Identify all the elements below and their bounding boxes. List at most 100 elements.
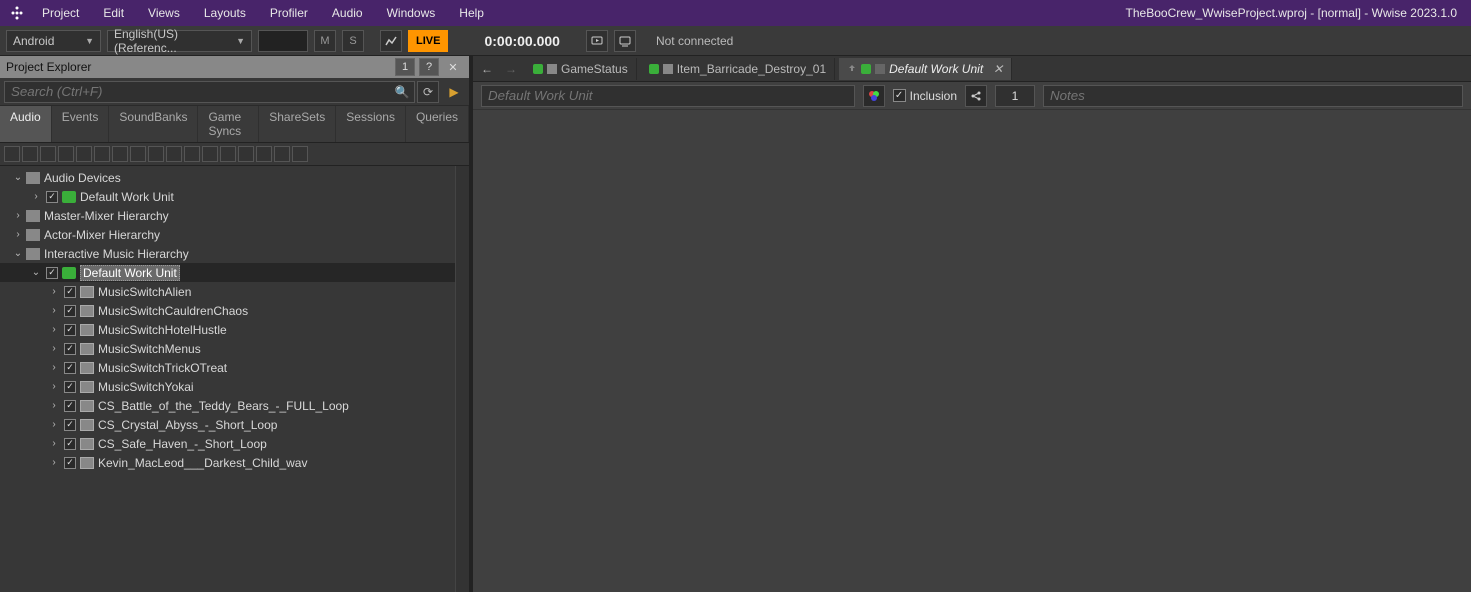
forward-button[interactable]: ▶ xyxy=(443,81,465,103)
tree-item-actor-mixer[interactable]: › Actor-Mixer Hierarchy xyxy=(0,225,469,244)
nav-back-button[interactable]: ← xyxy=(477,59,497,79)
menu-layouts[interactable]: Layouts xyxy=(192,0,258,26)
tab-gamesyncs[interactable]: Game Syncs xyxy=(198,106,259,142)
live-button[interactable]: LIVE xyxy=(408,30,448,52)
tab-soundbanks[interactable]: SoundBanks xyxy=(109,106,198,142)
expand-icon[interactable]: › xyxy=(48,305,60,316)
tab-itembarricade[interactable]: Item_Barricade_Destroy_01 xyxy=(641,58,835,80)
toolbar-icon[interactable] xyxy=(274,146,290,162)
expand-icon[interactable]: › xyxy=(48,362,60,373)
nav-forward-button[interactable]: → xyxy=(501,59,521,79)
color-picker-button[interactable] xyxy=(863,85,885,107)
tree-item[interactable]: › ✓ Kevin_MacLeod___Darkest_Child_wav xyxy=(0,453,469,472)
checkbox[interactable]: ✓ xyxy=(64,438,76,450)
panel-close-button[interactable]: ✕ xyxy=(443,58,463,76)
toolbar-icon[interactable] xyxy=(238,146,254,162)
tab-sharesets[interactable]: ShareSets xyxy=(259,106,336,142)
tab-sessions[interactable]: Sessions xyxy=(336,106,406,142)
toolbar-icon[interactable] xyxy=(148,146,164,162)
expand-icon[interactable]: › xyxy=(12,210,24,221)
toolbar-icon[interactable] xyxy=(256,146,272,162)
panel-count-button[interactable]: 1 xyxy=(395,58,415,76)
share-icon[interactable] xyxy=(965,85,987,107)
close-icon[interactable]: ✕ xyxy=(993,62,1003,76)
menu-help[interactable]: Help xyxy=(447,0,496,26)
toolbar-icon[interactable] xyxy=(22,146,38,162)
tree-item-audio-devices[interactable]: ⌄ Audio Devices xyxy=(0,168,469,187)
toolbar-icon[interactable] xyxy=(166,146,182,162)
checkbox[interactable]: ✓ xyxy=(64,419,76,431)
expand-icon[interactable]: › xyxy=(12,229,24,240)
tree-item[interactable]: › ✓ MusicSwitchMenus xyxy=(0,339,469,358)
checkbox[interactable]: ✓ xyxy=(46,191,58,203)
refresh-button[interactable]: ⟳ xyxy=(417,81,439,103)
checkbox[interactable]: ✓ xyxy=(64,457,76,469)
tree-item[interactable]: › ✓ MusicSwitchHotelHustle xyxy=(0,320,469,339)
remote-icon[interactable] xyxy=(586,30,608,52)
expand-icon[interactable]: › xyxy=(48,286,60,297)
scrollbar[interactable] xyxy=(455,166,469,592)
checkbox[interactable]: ✓ xyxy=(46,267,58,279)
checkbox[interactable]: ✓ xyxy=(64,362,76,374)
checkbox[interactable]: ✓ xyxy=(64,381,76,393)
meter-slot[interactable] xyxy=(258,30,308,52)
tree-item-dwu[interactable]: › ✓ Default Work Unit xyxy=(0,187,469,206)
expand-icon[interactable]: › xyxy=(30,191,42,202)
tree-item[interactable]: › ✓ CS_Battle_of_the_Teddy_Bears_-_FULL_… xyxy=(0,396,469,415)
menu-profiler[interactable]: Profiler xyxy=(258,0,320,26)
collapse-icon[interactable]: ⌄ xyxy=(12,248,24,259)
platform-dropdown[interactable]: Android▼ xyxy=(6,30,101,52)
tree-item[interactable]: › ✓ MusicSwitchAlien xyxy=(0,282,469,301)
graph-icon[interactable] xyxy=(380,30,402,52)
notes-input[interactable] xyxy=(1043,85,1463,107)
menu-windows[interactable]: Windows xyxy=(375,0,448,26)
tree-item[interactable]: › ✓ MusicSwitchCauldrenChaos xyxy=(0,301,469,320)
tab-gamestatus[interactable]: GameStatus xyxy=(525,58,637,80)
tree-view[interactable]: ⌄ Audio Devices › ✓ Default Work Unit › … xyxy=(0,166,469,592)
tree-item[interactable]: › ✓ MusicSwitchTrickOTreat xyxy=(0,358,469,377)
capture-icon[interactable] xyxy=(614,30,636,52)
toolbar-icon[interactable] xyxy=(76,146,92,162)
collapse-icon[interactable]: ⌄ xyxy=(12,172,24,183)
tree-item[interactable]: › ✓ MusicSwitchYokai xyxy=(0,377,469,396)
tree-item-master-mixer[interactable]: › Master-Mixer Hierarchy xyxy=(0,206,469,225)
object-name-input[interactable] xyxy=(481,85,855,107)
expand-icon[interactable]: › xyxy=(48,419,60,430)
toolbar-icon[interactable] xyxy=(184,146,200,162)
tab-defaultworkunit[interactable]: Default Work Unit ✕ xyxy=(839,58,1012,80)
tree-item-interactive-music[interactable]: ⌄ Interactive Music Hierarchy xyxy=(0,244,469,263)
expand-icon[interactable]: › xyxy=(48,438,60,449)
tab-queries[interactable]: Queries xyxy=(406,106,469,142)
toolbar-icon[interactable] xyxy=(220,146,236,162)
search-input[interactable] xyxy=(4,81,415,103)
tree-item[interactable]: › ✓ CS_Crystal_Abyss_-_Short_Loop xyxy=(0,415,469,434)
wwise-logo-icon[interactable] xyxy=(4,0,30,26)
panel-help-button[interactable]: ? xyxy=(419,58,439,76)
toolbar-icon[interactable] xyxy=(58,146,74,162)
checkbox[interactable]: ✓ xyxy=(64,286,76,298)
toolbar-icon[interactable] xyxy=(94,146,110,162)
collapse-icon[interactable]: ⌄ xyxy=(30,267,42,278)
checkbox[interactable]: ✓ xyxy=(64,324,76,336)
reference-count[interactable]: 1 xyxy=(995,85,1035,107)
expand-icon[interactable]: › xyxy=(48,381,60,392)
menu-project[interactable]: Project xyxy=(30,0,91,26)
tree-item[interactable]: › ✓ CS_Safe_Haven_-_Short_Loop xyxy=(0,434,469,453)
inclusion-checkbox[interactable]: ✓ Inclusion xyxy=(893,89,957,103)
search-icon[interactable]: 🔍 xyxy=(391,81,413,103)
language-dropdown[interactable]: English(US) (Referenc...▼ xyxy=(107,30,252,52)
solo-button[interactable]: S xyxy=(342,30,364,52)
toolbar-icon[interactable] xyxy=(40,146,56,162)
toolbar-icon[interactable] xyxy=(202,146,218,162)
tab-audio[interactable]: Audio xyxy=(0,106,52,142)
menu-views[interactable]: Views xyxy=(136,0,192,26)
toolbar-icon[interactable] xyxy=(130,146,146,162)
menu-audio[interactable]: Audio xyxy=(320,0,375,26)
expand-icon[interactable]: › xyxy=(48,324,60,335)
checkbox[interactable]: ✓ xyxy=(64,343,76,355)
toolbar-icon[interactable] xyxy=(112,146,128,162)
toolbar-icon[interactable] xyxy=(4,146,20,162)
checkbox[interactable]: ✓ xyxy=(64,305,76,317)
expand-icon[interactable]: › xyxy=(48,400,60,411)
menu-edit[interactable]: Edit xyxy=(91,0,136,26)
